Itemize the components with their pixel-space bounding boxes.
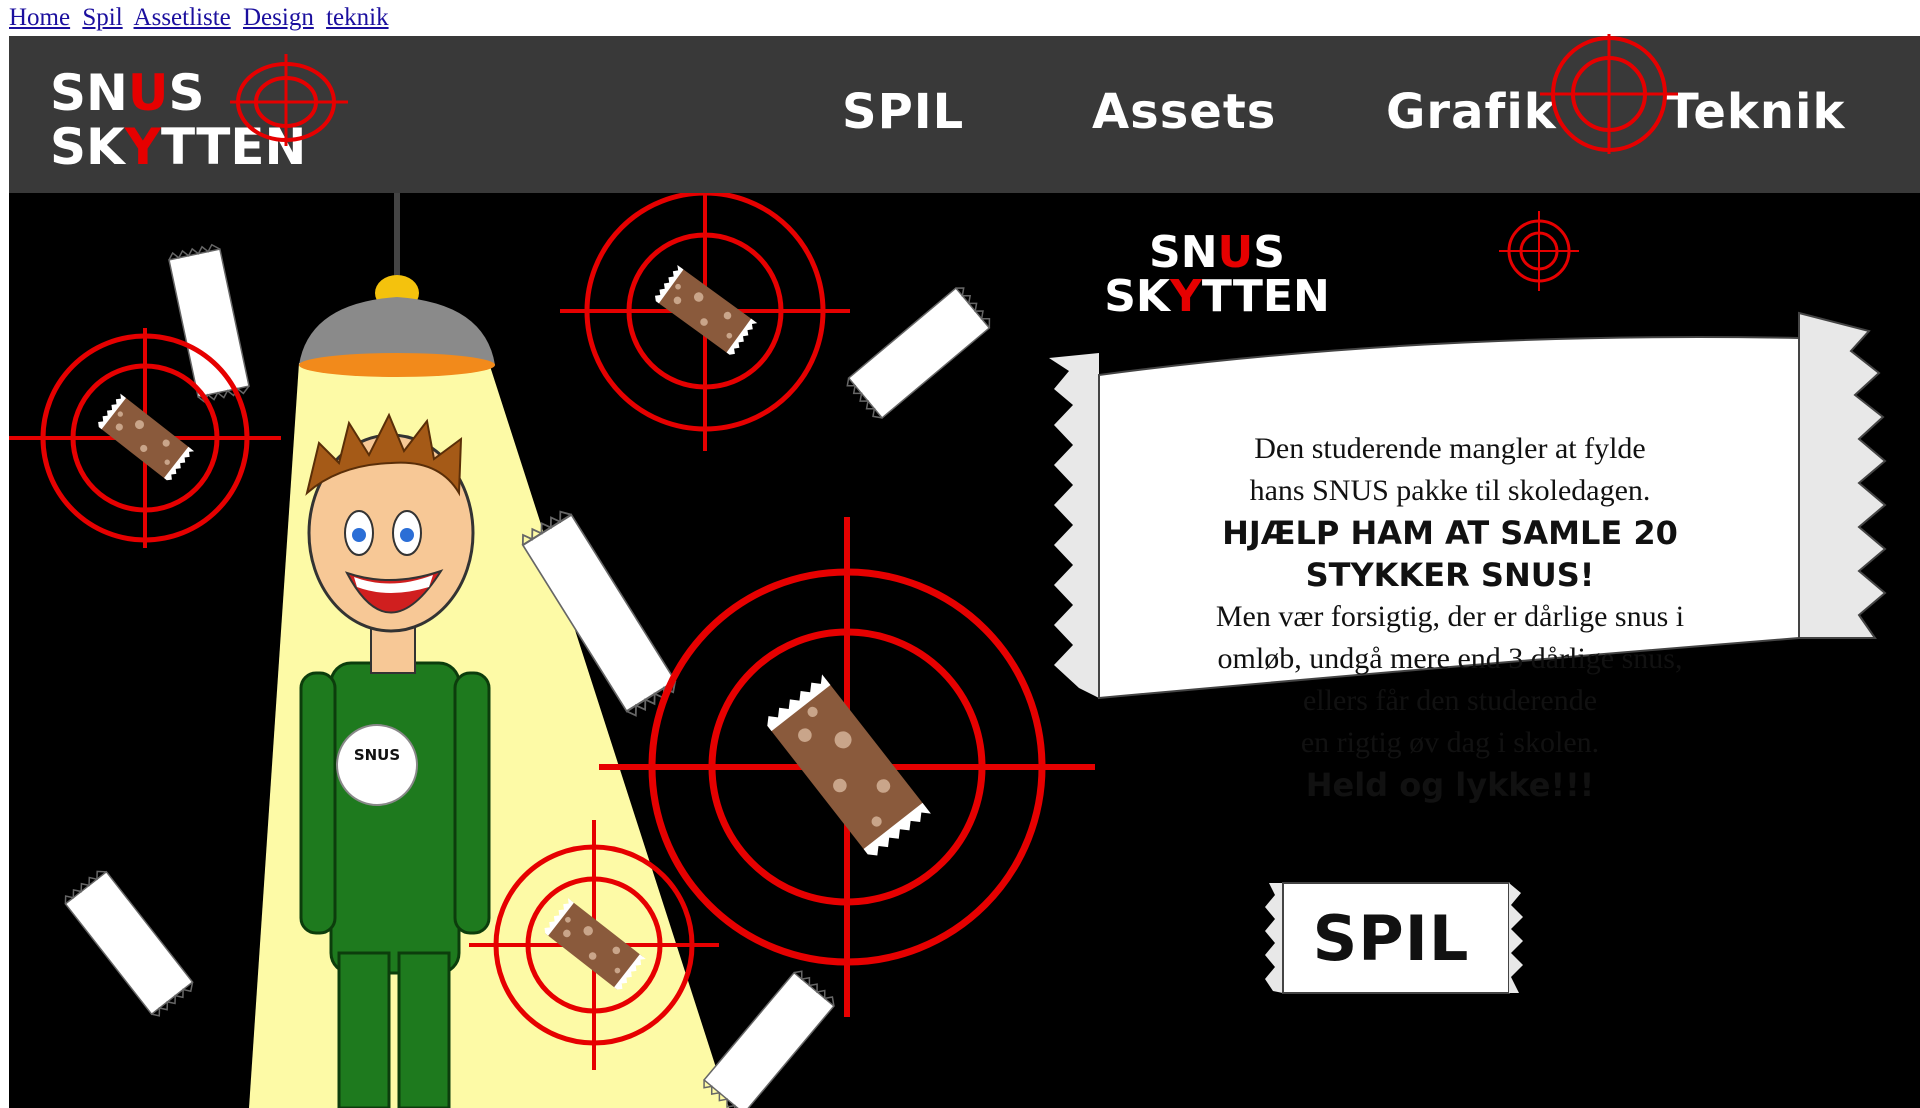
intro-line: ellers får den studerende bbox=[1302, 684, 1598, 717]
intro-line: omløb, undgå mere end 3 dårlige snus, bbox=[1217, 642, 1683, 675]
nav-grafik[interactable]: Grafik bbox=[1386, 84, 1557, 140]
intro-line: Men vær forsigtig, der er dårlige snus i bbox=[1215, 600, 1685, 633]
intro-line: hans SNUS pakke til skoledagen. bbox=[1249, 474, 1651, 507]
intro-bold-line: Held og lykke!!! bbox=[1305, 766, 1595, 804]
link-home[interactable]: Home bbox=[9, 4, 70, 31]
nav-spil[interactable]: SPIL bbox=[842, 84, 964, 140]
top-link-bar: Home Spil Assetliste Design teknik bbox=[9, 3, 395, 33]
link-teknik[interactable]: teknik bbox=[326, 4, 389, 31]
crosshair-target bbox=[599, 517, 1095, 1017]
banner-crosshair-icon bbox=[1499, 211, 1579, 291]
intro-bold-line: HJÆLP HAM AT SAMLE 20 bbox=[1222, 514, 1678, 552]
crosshair-target bbox=[9, 328, 281, 548]
crosshair-icon bbox=[230, 54, 348, 146]
link-design[interactable]: Design bbox=[243, 4, 314, 31]
intro-line: Den studerende mangler at fylde bbox=[1254, 432, 1646, 465]
play-button-label[interactable]: SPIL bbox=[1256, 902, 1526, 975]
crosshair-target bbox=[469, 820, 719, 1070]
nav-assets[interactable]: Assets bbox=[1092, 84, 1276, 140]
banner-logo: SNUS SKYTTEN bbox=[1087, 231, 1347, 319]
crosshair-target bbox=[560, 193, 850, 451]
banner-logo-line-2: SKYTTEN bbox=[1104, 271, 1330, 322]
nav-crosshair-icon bbox=[1540, 34, 1678, 154]
banner-logo-line-1: SNUS bbox=[1149, 227, 1285, 278]
nav-teknik[interactable]: Teknik bbox=[1666, 84, 1845, 140]
intro-line: en rigtig øv dag i skolen. bbox=[1300, 726, 1600, 759]
intro-bold-line: STYKKER SNUS! bbox=[1305, 556, 1595, 594]
link-spil[interactable]: Spil bbox=[82, 4, 122, 31]
link-assetliste[interactable]: Assetliste bbox=[134, 4, 231, 31]
intro-text: Den studerende mangler at fylde hans SNU… bbox=[1100, 428, 1800, 806]
